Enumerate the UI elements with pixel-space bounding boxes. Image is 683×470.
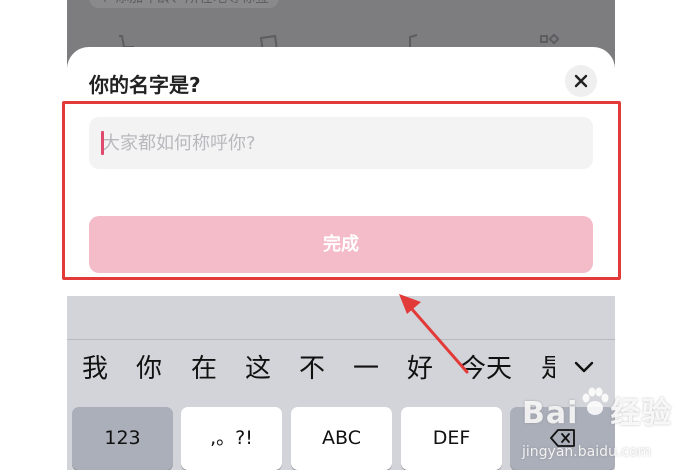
candidate-word[interactable]: 在 — [191, 351, 217, 387]
close-button[interactable] — [565, 65, 597, 97]
candidate-word[interactable]: 一 — [353, 351, 379, 387]
key-123[interactable]: 123 — [72, 407, 173, 470]
keyboard-divider — [67, 339, 615, 340]
key-abc[interactable]: ABC — [291, 407, 392, 470]
name-sheet: 你的名字是? 完成 — [67, 47, 615, 299]
name-input[interactable] — [89, 117, 593, 169]
delete-key[interactable] — [510, 407, 615, 470]
candidate-word[interactable]: 你 — [136, 351, 162, 387]
delete-icon — [549, 429, 575, 447]
key-punctuation[interactable]: ,。?! — [181, 407, 282, 470]
candidate-word[interactable]: 不 — [299, 351, 325, 387]
candidate-bar: 我 你 在 这 不 一 好 今天 是 — [67, 351, 615, 387]
text-caret — [101, 131, 104, 155]
sheet-title: 你的名字是? — [89, 73, 201, 97]
phone-screen: + 添加年龄、所在地等标签 你的名字是? 完成 我 你 在 这 不 一 — [67, 0, 615, 470]
candidate-word[interactable]: 我 — [82, 351, 108, 387]
candidate-word[interactable]: 是 — [541, 351, 555, 387]
expand-candidates-button[interactable] — [571, 354, 597, 380]
chevron-down-icon — [574, 361, 594, 373]
key-def[interactable]: DEF — [401, 407, 502, 470]
candidate-word[interactable]: 今天 — [460, 351, 512, 387]
candidate-word[interactable]: 这 — [245, 351, 271, 387]
done-button[interactable]: 完成 — [89, 216, 593, 273]
keyboard-toolbar — [67, 296, 615, 338]
candidate-word[interactable]: 好 — [407, 351, 433, 387]
background-tag-hint: + 添加年龄、所在地等标签 — [89, 0, 280, 8]
keyboard: 我 你 在 这 不 一 好 今天 是 123 ,。?! ABC DEF — [67, 296, 615, 470]
close-icon — [574, 74, 588, 88]
